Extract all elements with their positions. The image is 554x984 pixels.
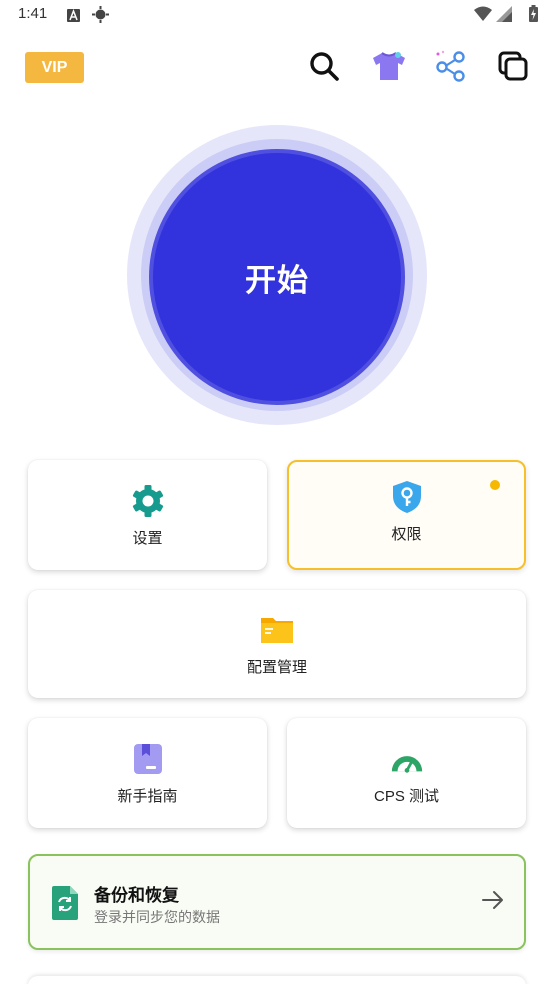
battery-icon xyxy=(529,5,538,22)
tshirt-theme-icon xyxy=(373,52,405,80)
notification-dot xyxy=(490,480,500,490)
folder-icon xyxy=(259,612,295,648)
book-icon xyxy=(130,741,166,777)
sync-file-icon xyxy=(50,884,80,926)
status-time: 1:41 xyxy=(18,5,48,22)
bottom-card-partial[interactable] xyxy=(28,976,526,984)
signal-icon xyxy=(496,6,512,22)
settings-card[interactable]: 设置 xyxy=(28,460,267,570)
backup-restore-card[interactable]: 备份和恢复 登录并同步您的数据 xyxy=(28,854,526,950)
theme-button[interactable] xyxy=(371,48,407,84)
beginner-guide-label: 新手指南 xyxy=(117,786,178,805)
share-icon xyxy=(436,50,465,82)
search-button[interactable] xyxy=(306,48,342,84)
beginner-guide-card[interactable]: 新手指南 xyxy=(28,718,267,828)
speedometer-icon xyxy=(389,741,425,777)
backup-subtitle: 登录并同步您的数据 xyxy=(94,910,220,926)
vip-badge[interactable]: VIP xyxy=(25,52,84,83)
multi-window-button[interactable] xyxy=(495,48,531,84)
backup-title: 备份和恢复 xyxy=(94,886,179,906)
permission-label: 权限 xyxy=(391,524,422,543)
copy-windows-icon xyxy=(498,51,528,81)
arrow-right-icon xyxy=(482,890,504,914)
status-bar: 1:41 xyxy=(0,0,554,30)
wifi-icon xyxy=(474,6,492,21)
gear-icon xyxy=(130,483,166,519)
font-a-icon xyxy=(67,7,80,26)
cps-test-label: CPS 测试 xyxy=(373,787,439,805)
start-label: 开始 xyxy=(245,262,309,299)
start-button[interactable]: 开始 xyxy=(149,149,405,405)
cps-test-card[interactable]: CPS 测试 xyxy=(287,718,526,828)
config-management-card[interactable]: 配置管理 xyxy=(28,590,526,698)
search-icon xyxy=(310,52,339,81)
settings-label: 设置 xyxy=(132,528,163,547)
shield-key-icon xyxy=(389,479,425,515)
target-icon xyxy=(92,6,109,27)
config-management-label: 配置管理 xyxy=(246,657,307,676)
share-button[interactable] xyxy=(433,48,469,84)
permission-card[interactable]: 权限 xyxy=(287,460,526,570)
